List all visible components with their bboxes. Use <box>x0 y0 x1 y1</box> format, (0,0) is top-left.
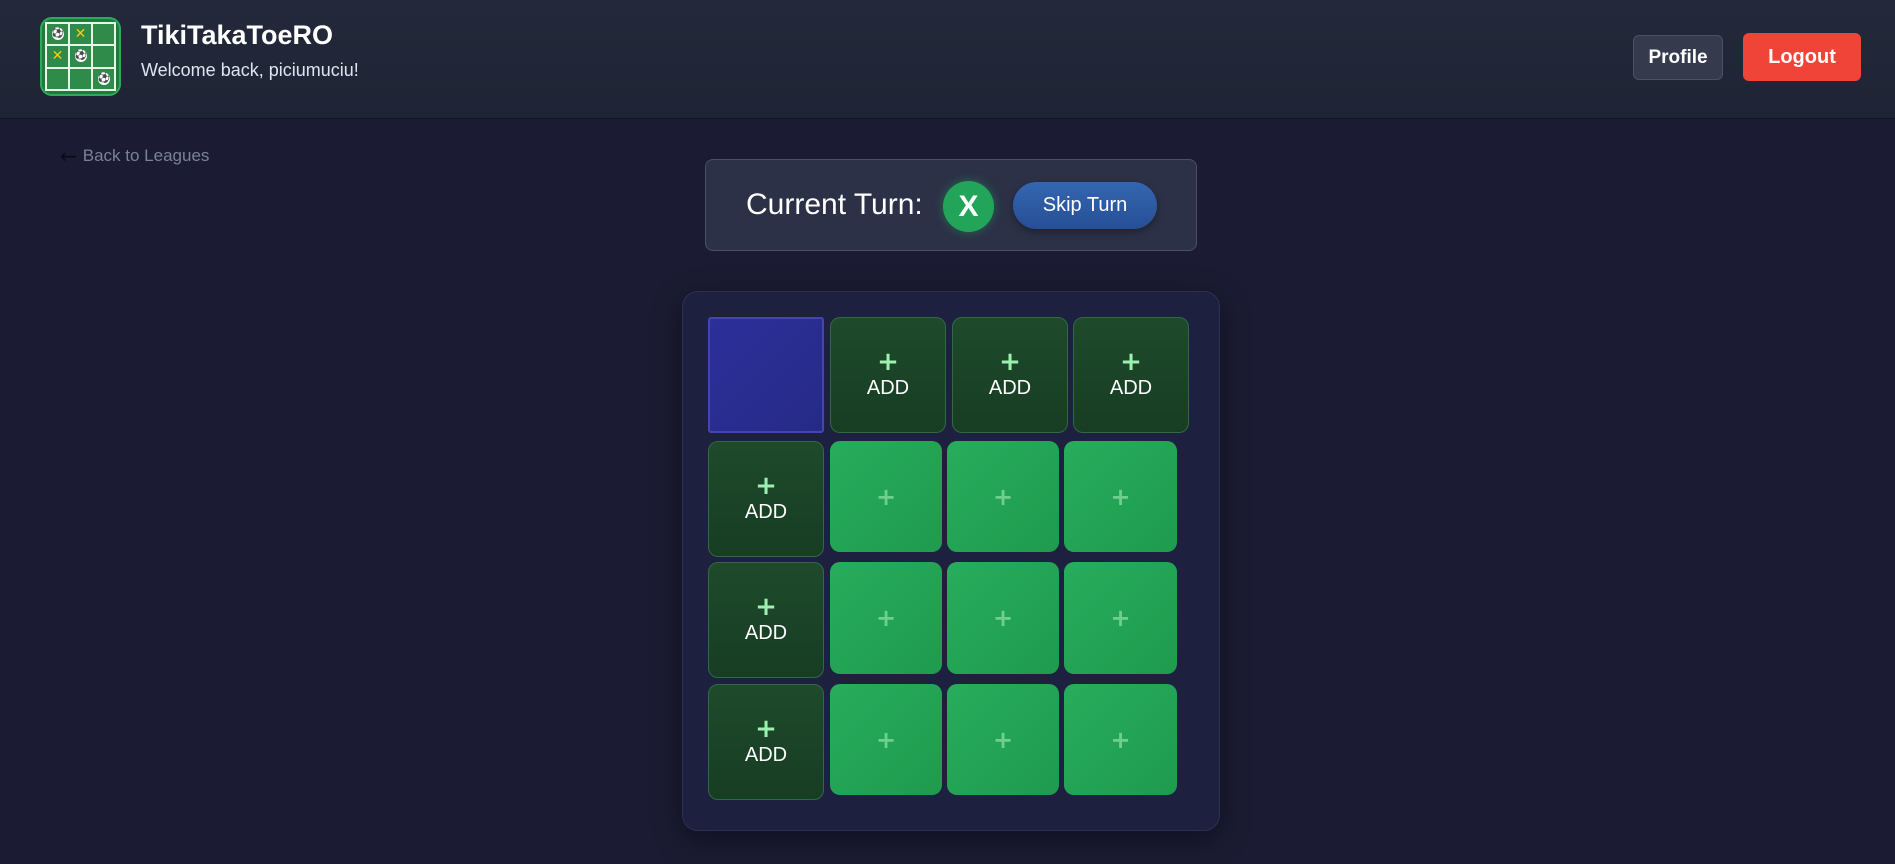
board-cell[interactable]: + <box>830 684 942 795</box>
plus-icon: + <box>999 346 1021 377</box>
welcome-message: Welcome back, piciumuciu! <box>141 60 359 80</box>
logo-empty-cell <box>93 24 114 45</box>
plus-icon: + <box>875 725 897 754</box>
logo-empty-cell <box>93 46 114 67</box>
board-cell[interactable]: + <box>1064 562 1177 674</box>
logo-ball-icon: ⚽ <box>93 68 114 89</box>
row-header-add-button[interactable]: + ADD <box>708 441 824 557</box>
plus-icon: + <box>1110 604 1131 632</box>
column-header-add-button[interactable]: + ADD <box>952 317 1068 433</box>
logout-button[interactable]: Logout <box>1743 33 1861 81</box>
plus-icon: + <box>992 482 1014 511</box>
column-header-add-button[interactable]: + ADD <box>1073 317 1189 433</box>
plus-icon: + <box>755 713 777 744</box>
logo-empty-cell <box>70 68 91 89</box>
row-header-add-button[interactable]: + ADD <box>708 562 824 678</box>
board-cell[interactable]: + <box>830 441 942 552</box>
app-title: TikiTakaToeRO <box>141 20 334 50</box>
skip-turn-button[interactable]: Skip Turn <box>1013 182 1157 229</box>
plus-icon: + <box>875 604 897 632</box>
board-cell[interactable]: + <box>947 441 1059 552</box>
logo-ball-icon: ⚽ <box>47 24 68 45</box>
plus-icon: + <box>1110 725 1131 754</box>
board-cell[interactable]: + <box>947 684 1059 795</box>
add-label: ADD <box>744 621 788 644</box>
board-cell[interactable]: + <box>1064 441 1177 552</box>
profile-button[interactable]: Profile <box>1633 35 1723 80</box>
logo-grid: ⚽ ✕ ✕ ⚽ ⚽ <box>45 22 116 91</box>
current-turn-panel: Current Turn: X Skip Turn <box>705 159 1197 251</box>
plus-icon: + <box>992 725 1014 754</box>
plus-icon: + <box>875 482 897 511</box>
logo-ball-icon: ⚽ <box>70 46 91 67</box>
arrow-left-icon: ← <box>60 144 77 168</box>
back-to-leagues-link[interactable]: ← Back to Leagues <box>60 144 209 168</box>
add-label: ADD <box>744 500 788 523</box>
app-header: ⚽ ✕ ✕ ⚽ ⚽ TikiTakaToeRO Welcome back, pi… <box>0 0 1895 119</box>
plus-icon: + <box>755 470 777 501</box>
add-label: ADD <box>1109 376 1153 399</box>
board-cell[interactable]: + <box>947 562 1059 674</box>
logo-x-icon: ✕ <box>70 24 91 45</box>
logo-empty-cell <box>47 68 68 89</box>
logo-x-icon: ✕ <box>47 46 68 67</box>
plus-icon: + <box>992 604 1014 632</box>
add-label: ADD <box>744 743 788 766</box>
game-board: + ADD + ADD + ADD + ADD + ADD + ADD + + … <box>682 291 1220 831</box>
board-cell[interactable]: + <box>830 562 942 674</box>
back-link-label: Back to Leagues <box>82 146 210 165</box>
current-player-badge: X <box>943 181 994 232</box>
current-turn-label: Current Turn: <box>746 188 923 221</box>
add-label: ADD <box>988 376 1032 399</box>
board-corner-cell <box>708 317 824 433</box>
column-header-add-button[interactable]: + ADD <box>830 317 946 433</box>
board-cell[interactable]: + <box>1064 684 1177 795</box>
plus-icon: + <box>1110 482 1131 511</box>
row-header-add-button[interactable]: + ADD <box>708 684 824 800</box>
plus-icon: + <box>877 346 899 377</box>
plus-icon: + <box>1120 346 1142 377</box>
plus-icon: + <box>755 591 777 622</box>
app-logo: ⚽ ✕ ✕ ⚽ ⚽ <box>40 17 121 96</box>
add-label: ADD <box>866 376 910 399</box>
